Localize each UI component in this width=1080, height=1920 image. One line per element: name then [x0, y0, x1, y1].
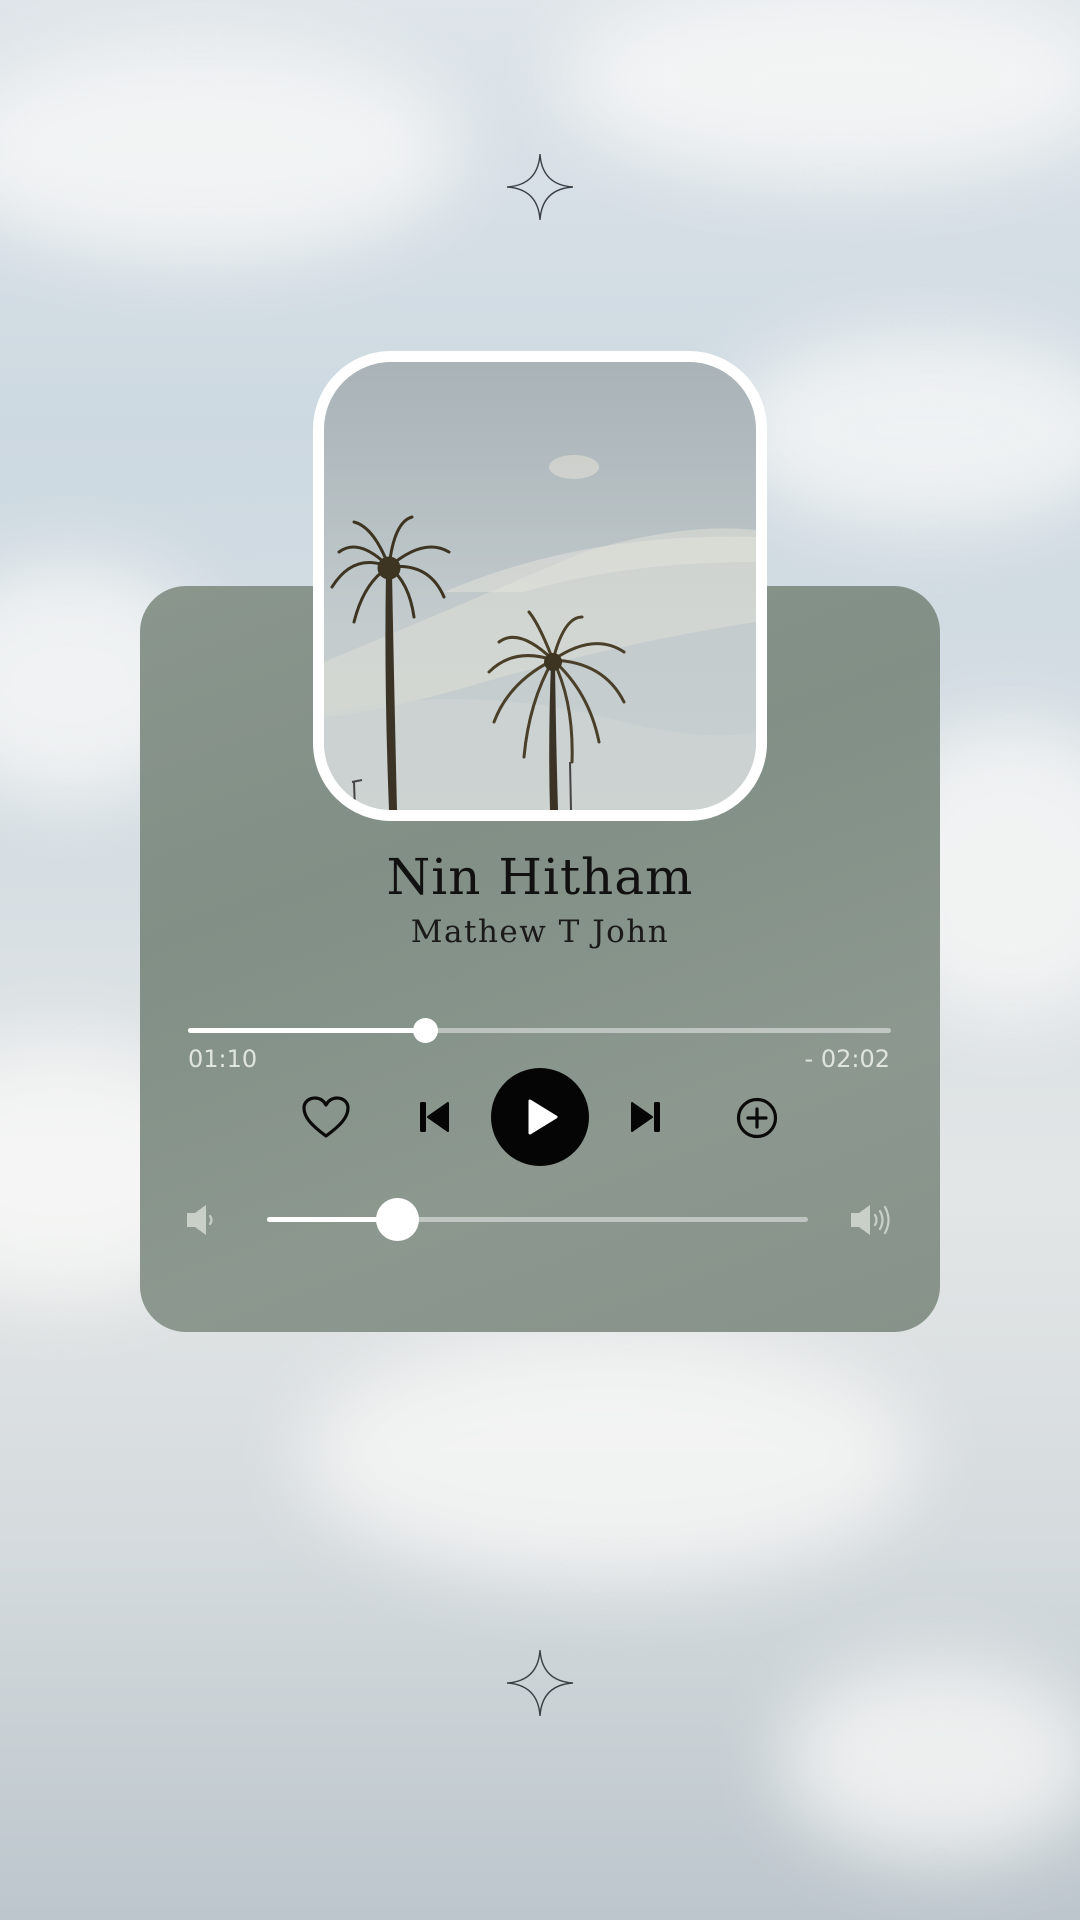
sparkle-star-icon [506, 1649, 574, 1717]
play-icon [528, 1099, 558, 1135]
volume-handle[interactable] [375, 1198, 419, 1241]
volume-high-icon [851, 1205, 890, 1235]
track-artist: Mathew T John [410, 914, 670, 950]
volume-high-button[interactable] [847, 1199, 895, 1241]
volume-low-button[interactable] [183, 1200, 219, 1240]
play-button[interactable] [491, 1068, 589, 1166]
next-button[interactable] [626, 1096, 666, 1138]
progress-bar[interactable] [188, 1018, 891, 1043]
previous-button[interactable] [414, 1096, 454, 1138]
volume-low-icon [187, 1205, 213, 1235]
elapsed-time: 01:10 [188, 1045, 258, 1073]
add-button[interactable] [733, 1094, 781, 1142]
track-title: Nin Hitham [386, 848, 694, 906]
heart-icon [302, 1096, 350, 1138]
add-circle-icon [736, 1097, 778, 1139]
favorite-button[interactable] [298, 1091, 354, 1143]
skip-next-icon [631, 1102, 660, 1132]
progress-fill [188, 1028, 425, 1033]
sparkle-star-icon [506, 153, 574, 221]
volume-slider[interactable] [267, 1198, 808, 1241]
skip-previous-icon [420, 1102, 449, 1132]
remaining-time: - 02:02 [804, 1045, 890, 1073]
progress-handle[interactable] [412, 1018, 438, 1043]
album-art [313, 351, 767, 821]
